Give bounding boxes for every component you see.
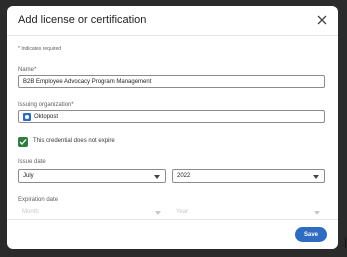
issue-date-label: Issue date — [18, 159, 46, 165]
issue-month-select[interactable]: July — [18, 169, 166, 183]
chevron-down-icon — [155, 211, 161, 215]
issue-year-value: 2022 — [177, 173, 191, 179]
expiration-month-select[interactable]: Month — [18, 206, 166, 220]
name-value: B2B Employee Advocacy Program Management — [23, 78, 152, 85]
chevron-down-icon — [154, 175, 160, 179]
modal-footer: Save — [7, 219, 338, 249]
expiration-date-label: Expiration date — [18, 197, 59, 203]
expiration-year-value: Year — [176, 209, 189, 215]
cursor-mark — [345, 238, 346, 248]
no-expire-checkbox[interactable] — [18, 137, 28, 147]
close-button[interactable] — [314, 12, 330, 28]
add-license-modal: Add license or certification * Indicates… — [7, 6, 338, 249]
required-note: * Indicates required — [18, 46, 62, 52]
expiration-month-value: Month — [22, 209, 39, 215]
save-button[interactable]: Save — [295, 227, 327, 242]
expiration-year-select[interactable]: Year — [172, 206, 325, 220]
chevron-down-icon — [314, 211, 320, 215]
company-logo-icon — [23, 112, 31, 121]
issue-year-select[interactable]: 2022 — [172, 169, 325, 183]
organization-value: Oktopost — [34, 113, 59, 120]
issuing-organization-label: Issuing organization* — [18, 102, 74, 108]
issuing-organization-field[interactable]: Oktopost — [18, 110, 325, 123]
chevron-down-icon — [313, 175, 319, 179]
close-icon — [317, 15, 327, 25]
modal-title: Add license or certification — [18, 14, 147, 26]
name-field[interactable]: B2B Employee Advocacy Program Management — [18, 75, 325, 88]
checkmark-icon — [19, 139, 27, 145]
modal-header: Add license or certification — [7, 6, 338, 36]
no-expire-label: This credential does not expire — [33, 138, 115, 144]
issue-month-value: July — [23, 173, 34, 179]
name-label: Name* — [18, 67, 37, 73]
